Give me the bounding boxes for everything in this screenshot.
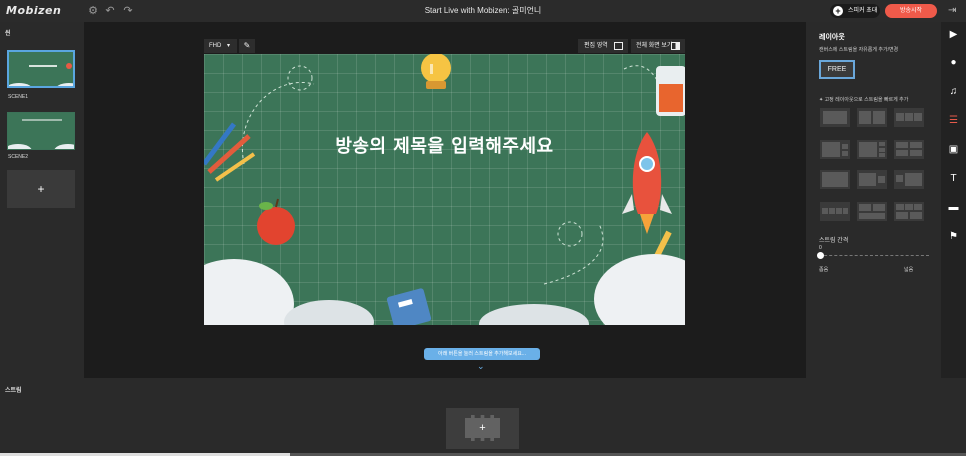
side-toolbar: ▶ ● ♫ ☰ ▣ T ▬ ⚑ xyxy=(941,22,966,378)
undo-icon[interactable]: ↶ xyxy=(103,4,117,18)
cloud-illustration xyxy=(204,254,685,325)
add-scene-button[interactable]: + xyxy=(7,170,75,208)
music-icon[interactable]: ♫ xyxy=(947,85,960,98)
beaker-illustration xyxy=(656,66,685,116)
text-icon[interactable]: T xyxy=(947,172,960,185)
add-stream-plus: + xyxy=(479,422,486,434)
pen-icon[interactable]: ✎ xyxy=(239,39,255,53)
layout-option[interactable] xyxy=(894,202,924,221)
top-bar: Mobizen ⚙ ↶ ↷ Start Live with Mobizen: 골… xyxy=(0,0,966,22)
slider-handle[interactable] xyxy=(817,252,824,259)
layout-option[interactable] xyxy=(894,140,924,159)
stream-panel: 스트림 + xyxy=(0,378,966,456)
sticker-icon[interactable]: ● xyxy=(947,56,960,69)
banner-icon[interactable]: ⚑ xyxy=(947,230,960,243)
layout-title: 레이아웃 xyxy=(819,34,845,41)
invite-speaker-button[interactable]: + 스피커 초대 xyxy=(830,4,880,18)
layout-option[interactable] xyxy=(820,140,850,159)
scene-name-2: SCENE2 xyxy=(8,154,29,160)
stream-gap-slider[interactable] xyxy=(819,255,929,259)
edit-area-icon xyxy=(614,42,623,50)
redo-icon[interactable]: ↷ xyxy=(121,4,135,18)
scene-thumbnail-1[interactable] xyxy=(7,50,75,88)
canvas-area: FHD ▾ ✎ 편집 영역 전체 화면 보기 방송의 제목을 입력해주세요 아래… xyxy=(84,22,806,378)
fixed-layout-description: ✦ 고정 레이아웃으로 스트림을 빠르게 추가 xyxy=(819,97,909,103)
free-layout-button[interactable]: FREE xyxy=(819,60,855,79)
start-broadcast-button[interactable]: 방송시작 xyxy=(885,4,937,18)
canvas-toolbar: FHD ▾ ✎ 편집 영역 전체 화면 보기 xyxy=(204,39,685,54)
fullscreen-button[interactable]: 전체 화면 보기 xyxy=(631,39,685,53)
book-illustration xyxy=(386,288,432,325)
scene-panel-label: 씬 xyxy=(5,31,11,37)
layout-option[interactable] xyxy=(894,170,924,189)
film-icon: + xyxy=(465,415,500,441)
stream-gap-label: 스트림 간격 xyxy=(819,238,849,244)
window-title: Start Live with Mobizen: 골미언니 xyxy=(424,6,542,15)
broadcast-stage[interactable]: 방송의 제목을 입력해주세요 xyxy=(204,54,685,325)
stage-title[interactable]: 방송의 제목을 입력해주세요 xyxy=(204,132,685,158)
resolution-select[interactable]: FHD ▾ xyxy=(204,39,237,53)
lightbulb-illustration xyxy=(421,54,451,89)
gap-wide-label: 넓음 xyxy=(904,267,914,273)
stage-decorations xyxy=(204,54,685,325)
scene-2-preview xyxy=(8,113,74,149)
layout-option[interactable] xyxy=(820,202,850,221)
add-stream-hint: 아래 버튼을 눌러 스트림을 추가해보세요... xyxy=(424,348,540,360)
scene-panel: 씬 SCENE1 SCENE2 + xyxy=(0,22,84,378)
layout-option[interactable] xyxy=(857,108,887,127)
layout-description: 캔버스에 스트림을 자유롭게 추가/변경 xyxy=(819,47,899,53)
chevron-down-icon: ▾ xyxy=(227,43,231,49)
fullscreen-icon xyxy=(671,42,680,50)
scene-name-1: SCENE1 xyxy=(8,94,29,100)
settings-icon[interactable]: ⚙ xyxy=(86,4,100,18)
background-icon[interactable]: ▬ xyxy=(947,201,960,214)
layout-icon[interactable]: ☰ xyxy=(947,114,960,127)
mobizen-logo: Mobizen xyxy=(6,4,62,17)
layout-option[interactable] xyxy=(820,108,850,127)
layout-option[interactable] xyxy=(857,140,887,159)
app-root: Mobizen ⚙ ↶ ↷ Start Live with Mobizen: 골… xyxy=(0,0,966,456)
fullscreen-label: 전체 화면 보기 xyxy=(636,43,673,49)
edit-area-button[interactable]: 편집 영역 xyxy=(578,39,628,53)
invite-label: 스피커 초대 xyxy=(848,8,878,14)
scene-1-preview xyxy=(9,52,73,86)
plus-icon: + xyxy=(833,6,843,16)
layout-option[interactable] xyxy=(857,202,887,221)
layout-option[interactable] xyxy=(820,170,850,189)
layout-panel: 레이아웃 캔버스에 스트림을 자유롭게 추가/변경 FREE ✦ 고정 레이아웃… xyxy=(806,22,941,378)
scene-thumbnail-2[interactable] xyxy=(7,112,75,150)
apple-illustration xyxy=(257,198,295,245)
stream-gap-value: 0 xyxy=(819,245,822,251)
play-icon[interactable]: ▶ xyxy=(947,28,960,41)
layout-option[interactable] xyxy=(894,108,924,127)
gap-narrow-label: 좁음 xyxy=(819,267,829,273)
chevron-down-icon: ⌄ xyxy=(477,361,485,371)
resolution-value: FHD xyxy=(209,43,222,49)
stream-panel-label: 스트림 xyxy=(5,388,22,394)
add-stream-button[interactable]: + xyxy=(446,408,519,449)
exit-icon[interactable]: ⇥ xyxy=(948,4,960,18)
edit-area-label: 편집 영역 xyxy=(584,43,608,49)
layout-option[interactable] xyxy=(857,170,887,189)
image-icon[interactable]: ▣ xyxy=(947,143,960,156)
